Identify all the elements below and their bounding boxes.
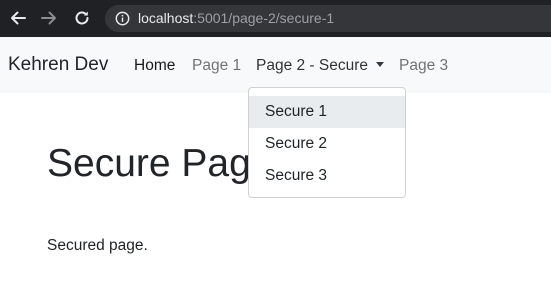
url-path: :5001/page-2/secure-1 [193,10,335,26]
nav-dropdown-label: Page 2 - Secure [256,57,369,74]
nav-link-home[interactable]: Home [134,57,175,75]
info-icon[interactable] [115,11,130,26]
dropdown-item-secure-2[interactable]: Secure 2 [249,128,405,160]
back-button[interactable] [7,7,29,29]
page-text: Secured page. [47,237,148,254]
caret-down-icon [376,62,385,67]
url-text[interactable]: localhost:5001/page-2/secure-1 [138,10,334,26]
dropdown-item-secure-1[interactable]: Secure 1 [249,96,405,128]
nav-link-page-3[interactable]: Page 3 [399,57,448,75]
navbar: Kehren Dev Home Page 1 Page 2 - Secure P… [0,37,551,93]
back-arrow-icon [11,11,26,25]
url-host: localhost [138,10,194,26]
navbar-brand[interactable]: Kehren Dev [8,54,108,76]
dropdown-menu: Secure 1 Secure 2 Secure 3 [248,87,406,198]
browser-toolbar: localhost:5001/page-2/secure-1 [0,0,551,37]
nav-dropdown-page-2-secure[interactable]: Page 2 - Secure [256,57,385,75]
forward-arrow-icon [41,11,56,25]
address-bar[interactable]: localhost:5001/page-2/secure-1 [105,5,551,32]
forward-button[interactable] [38,7,60,29]
reload-icon [75,11,89,25]
reload-button[interactable] [71,7,93,29]
dropdown-item-secure-3[interactable]: Secure 3 [249,160,405,192]
page-title: Secure Page [47,142,273,185]
nav-link-page-1[interactable]: Page 1 [192,57,241,75]
